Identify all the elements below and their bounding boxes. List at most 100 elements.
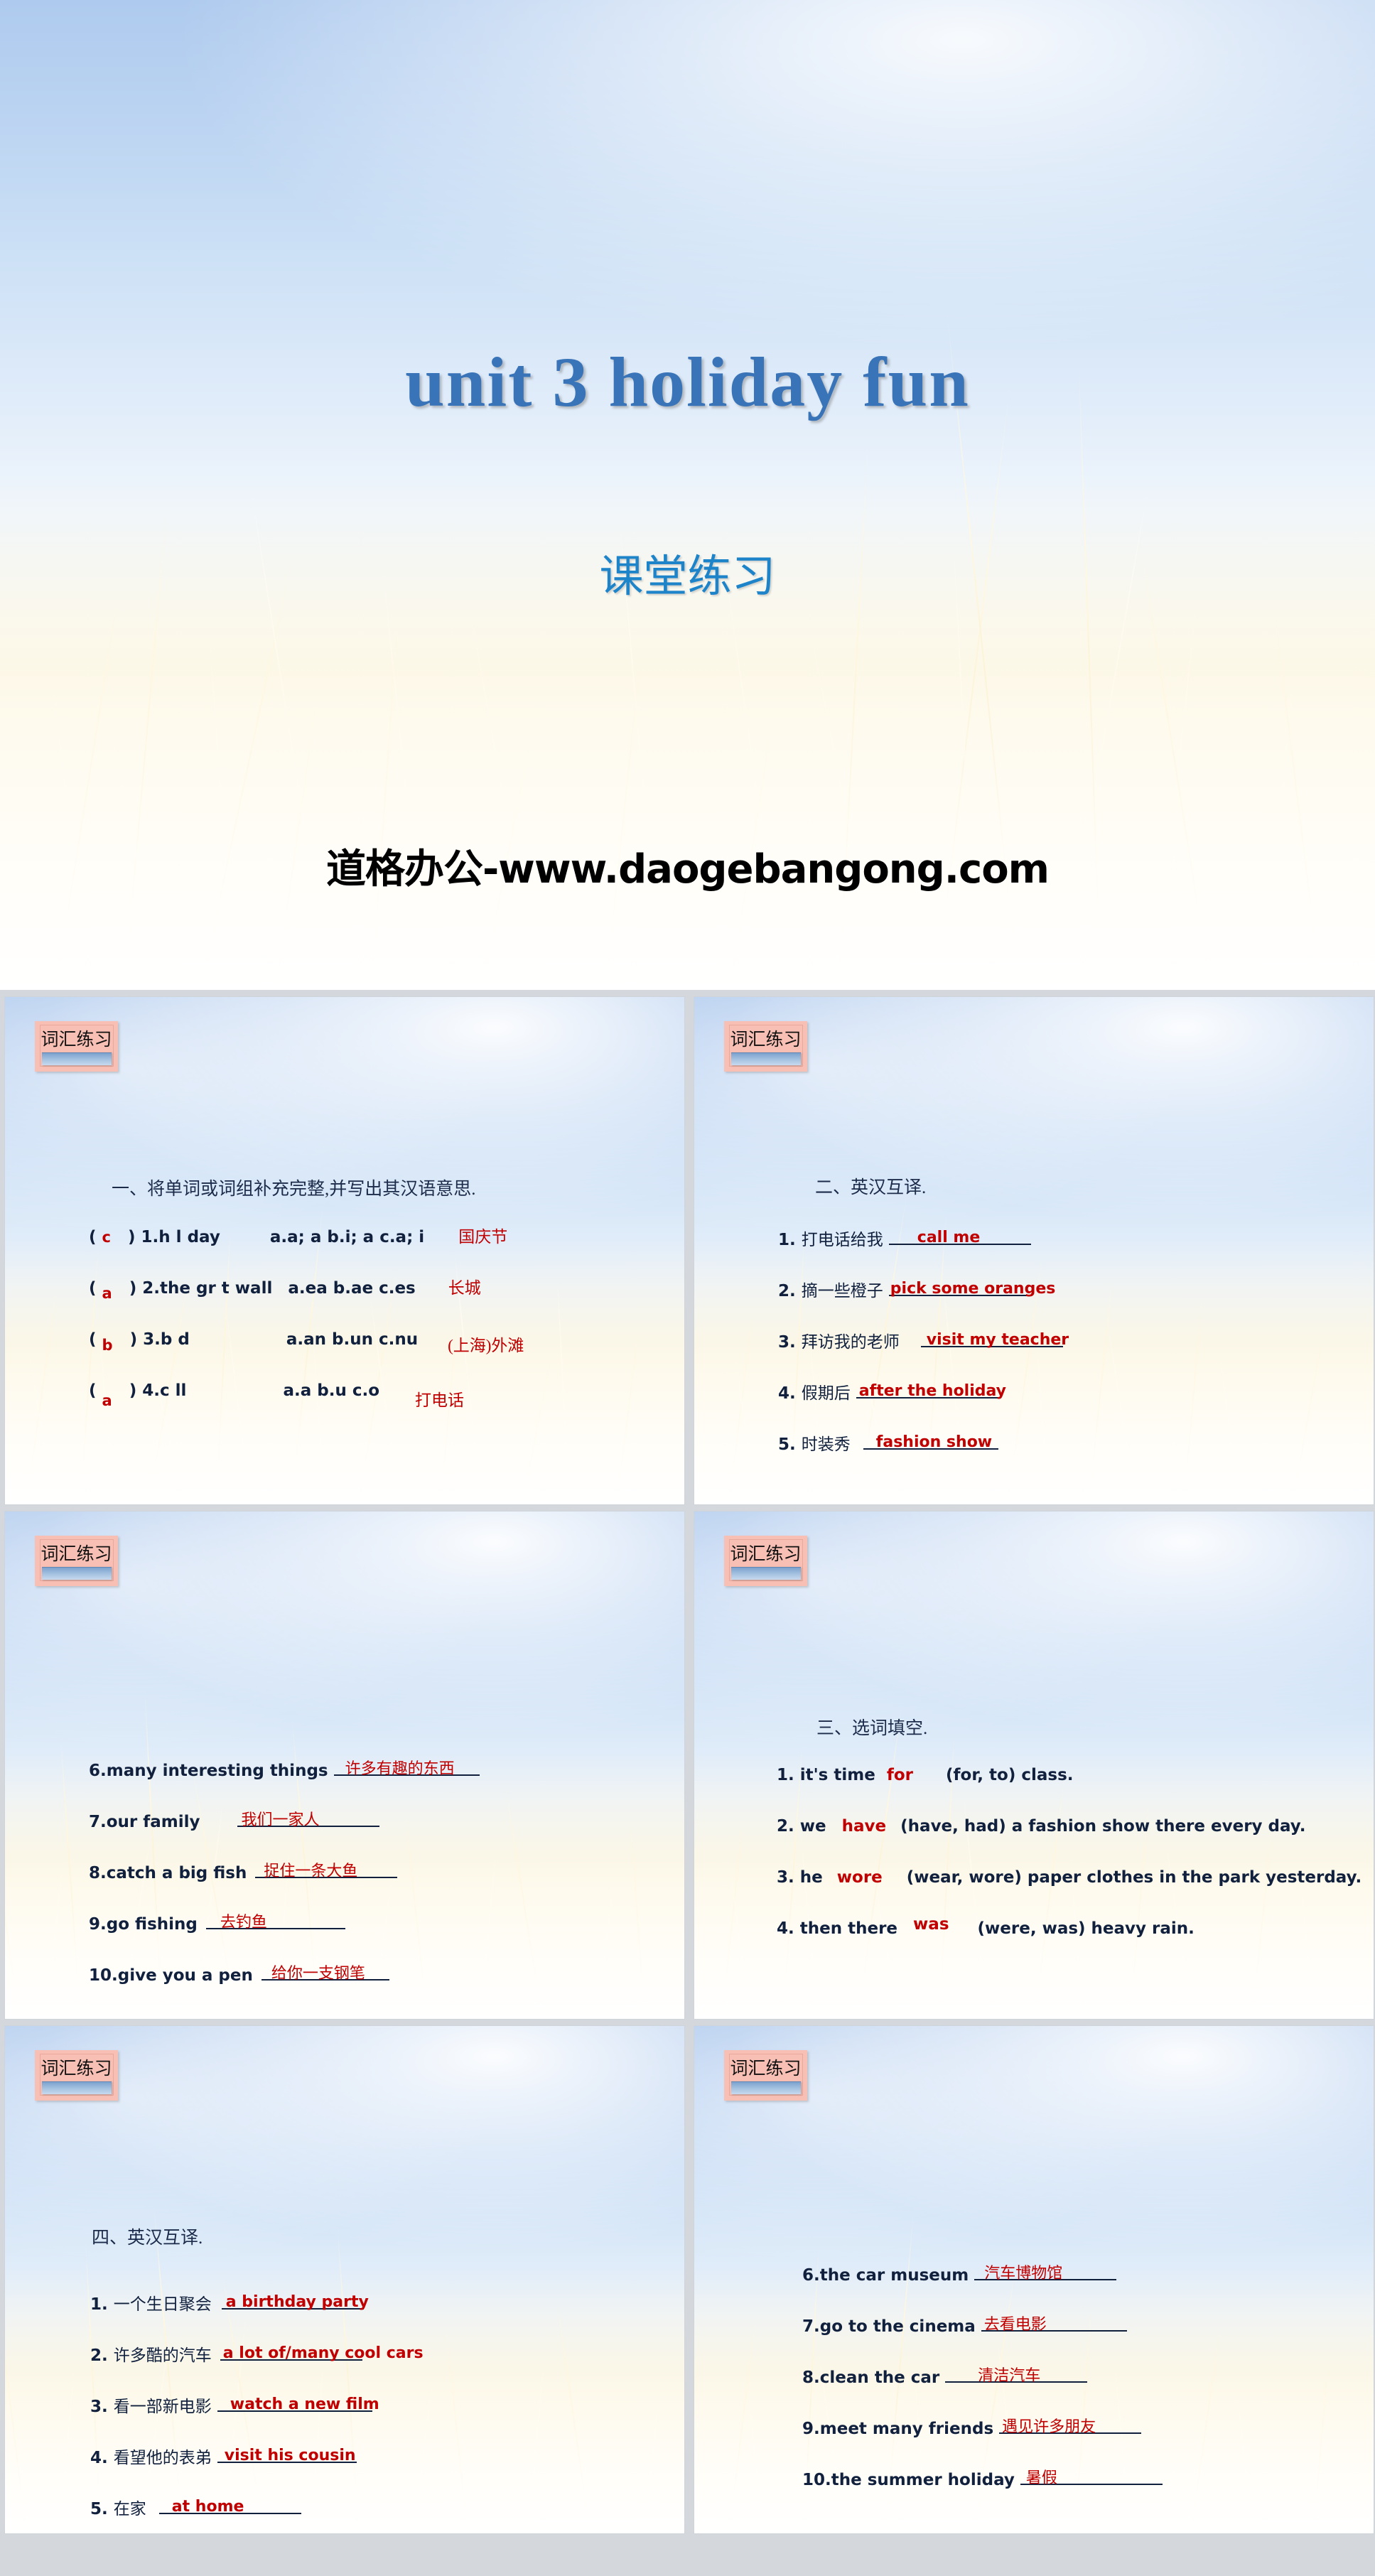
question-meaning: 长城 [448, 1279, 481, 1297]
answer-blank: after the holiday [856, 1384, 1006, 1403]
translation-row: 5. 时装秀 fashion show [778, 1430, 998, 1455]
item-number: 2. [777, 1817, 794, 1836]
slide-ex6: 词汇练习 6.the car museum 汽车博物馆 7.go to the … [694, 2025, 1374, 2534]
english-prompt: clean the car [819, 2368, 940, 2387]
answer-blank: 去看电影 [981, 2317, 1127, 2336]
question-meaning: (上海)外滩 [448, 1337, 524, 1354]
cloze-answer: for [886, 1766, 913, 1784]
answer-blank: 汽车博物馆 [974, 2264, 1117, 2285]
written-answer: 清洁汽车 [978, 2366, 1041, 2384]
item-number: 10. [802, 2471, 831, 2489]
translation-row: 2. 许多酷的汽车 a lot of/many cool cars [90, 2341, 424, 2366]
item-number: 1. [777, 1766, 794, 1784]
question-options: a.a; a b.i; a c.a; i [269, 1228, 425, 1246]
chinese-prompt: 拜访我的老师 [801, 1333, 900, 1351]
answer-blank: 许多有趣的东西 [333, 1759, 480, 1780]
english-prompt: catch a big fish [106, 1864, 247, 1882]
answer-blank: 暑假 [1020, 2470, 1163, 2489]
question-options: a.a b.u c.o [283, 1381, 379, 1400]
answer-choice: b [102, 1337, 113, 1354]
exercise-heading: 二、英汉互译. [815, 1178, 927, 1197]
exercise-content: 三、选词填空. 1. it's time for (for, to) class… [694, 1511, 1374, 2019]
chinese-prompt: 假期后 [801, 1384, 851, 1402]
answer-blank: 我们一家人 [237, 1811, 379, 1831]
item-number: 4. [777, 1919, 794, 1938]
bracket-open: ( [89, 1228, 102, 1246]
translation-row: 4. 看望他的表弟 visit his cousin [90, 2444, 357, 2468]
exercise-heading: 三、选词填空. [816, 1719, 928, 1738]
question-number: 4. [142, 1381, 161, 1400]
answer-blank: 清洁汽车 [945, 2366, 1088, 2387]
item-number: 5. [90, 2500, 108, 2518]
english-prompt: go fishing [106, 1915, 198, 1934]
question-stem: the gr t wall [160, 1279, 273, 1298]
translation-row: 7.our family 我们一家人 [89, 1811, 379, 1831]
item-number: 7. [89, 1813, 107, 1831]
item-number: 5. [778, 1435, 796, 1454]
watermark-text: 道格办公-www.daogebangong.com [325, 846, 1050, 893]
bracket-close: ) [112, 1279, 137, 1298]
written-answer: a birthday party [225, 2293, 369, 2311]
written-answer: pick some oranges [890, 1280, 1056, 1298]
item-number: 6. [802, 2266, 820, 2285]
written-answer: call me [917, 1229, 981, 1246]
item-number: 4. [778, 1384, 796, 1403]
translation-row: 9.go fishing 去钓鱼 [89, 1914, 345, 1934]
english-prompt: the summer holiday [831, 2471, 1015, 2489]
item-number: 3. [90, 2398, 108, 2416]
written-answer: 去看电影 [983, 2315, 1047, 2333]
answer-blank: watch a new film [217, 2397, 379, 2416]
written-answer: 给你一支钢笔 [271, 1964, 365, 1982]
written-answer: visit my teacher [926, 1331, 1069, 1349]
answer-blank: fashion show [863, 1435, 998, 1454]
sentence-before: we [799, 1817, 826, 1836]
bracket-open: ( [89, 1330, 102, 1349]
english-prompt: many interesting things [106, 1762, 328, 1780]
answer-blank: at home [158, 2498, 301, 2518]
answer-choice: a [102, 1285, 112, 1302]
written-answer: at home [171, 2498, 244, 2516]
exercise-content: 四、英汉互译. 1. 一个生日聚会 a birthday party 2. 许多… [5, 2026, 684, 2533]
bracket-open: ( [89, 1381, 102, 1400]
sentence-before: it's time [799, 1766, 875, 1784]
answer-blank: a birthday party [221, 2295, 369, 2314]
written-answer: 许多有趣的东西 [345, 1759, 455, 1777]
item-number: 3. [777, 1868, 794, 1887]
item-number: 10. [89, 1966, 118, 1985]
english-prompt: the car museum [819, 2266, 969, 2285]
bracket-close: ) [112, 1381, 137, 1400]
question-stem: h l day [158, 1228, 220, 1246]
english-prompt: give you a pen [117, 1966, 253, 1985]
exercise-heading: 四、英汉互译. [92, 2229, 203, 2248]
sentence-after: (were, was) heavy rain. [977, 1919, 1195, 1938]
page-subtitle: 课堂练习 [599, 552, 776, 601]
answer-choice: a [102, 1392, 112, 1409]
cloze-row: 2. we have (have, had) a fashion show th… [777, 1817, 1305, 1836]
written-answer: 汽车博物馆 [984, 2264, 1063, 2282]
exercise-content: 6.the car museum 汽车博物馆 7.go to the cinem… [694, 2026, 1374, 2533]
written-answer: visit his cousin [224, 2447, 356, 2464]
question-row: ( c ) 1.h l day a.a; a b.i; a c.a; i 国庆节 [89, 1223, 507, 1247]
chinese-prompt: 看一部新电影 [113, 2398, 212, 2415]
item-number: 8. [802, 2368, 820, 2387]
chinese-prompt: 一个生日聚会 [113, 2295, 212, 2313]
question-row: ( a ) 4.c ll a.a b.u c.o 打电话 [89, 1376, 464, 1409]
slide-ex5: 词汇练习 四、英汉互译. 1. 一个生日聚会 a birthday party … [4, 2025, 685, 2534]
item-number: 8. [89, 1864, 107, 1882]
item-number: 1. [90, 2295, 108, 2314]
cloze-answer: have [841, 1817, 887, 1836]
translation-row: 8.clean the car 清洁汽车 [802, 2366, 1088, 2387]
chinese-prompt: 摘一些橙子 [801, 1282, 883, 1300]
question-row: ( a ) 2.the gr t wall a.ea b.ae c.es 长城 [89, 1274, 481, 1302]
written-answer: 我们一家人 [241, 1811, 320, 1828]
answer-choice: c [102, 1229, 111, 1246]
question-meaning: 国庆节 [458, 1228, 508, 1246]
chinese-prompt: 许多酷的汽车 [113, 2346, 212, 2364]
question-number: 3. [143, 1330, 161, 1349]
answer-blank: visit my teacher [920, 1332, 1069, 1352]
written-answer: 捉住一条大鱼 [264, 1862, 358, 1880]
translation-row: 2. 摘一些橙子 pick some oranges [778, 1277, 1055, 1301]
translation-row: 10.give you a pen 给你一支钢笔 [89, 1966, 389, 1985]
slide-ex2: 词汇练习 二、英汉互译. 1. 打电话给我 call me 2. 摘一些橙子 p… [694, 996, 1374, 1505]
exercise-slide-grid: 词汇练习 一、将单词或词组补充完整,并写出其汉语意思. ( c ) 1.h l … [0, 990, 1375, 2534]
